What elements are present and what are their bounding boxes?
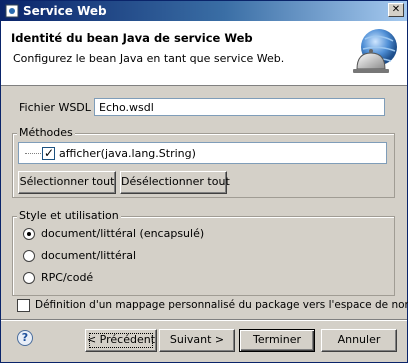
focus-rectangle (89, 333, 153, 348)
radio-document-literal-wrapped[interactable] (23, 228, 35, 240)
radio-document-literal[interactable] (23, 250, 35, 262)
back-button[interactable]: < Précédent (85, 329, 157, 352)
wizard-header: Identité du bean Java de service Web Con… (1, 21, 407, 86)
window-title: Service Web (23, 4, 107, 18)
select-all-button[interactable]: Sélectionner tout (18, 171, 116, 194)
method-checkbox[interactable]: ✓ (42, 146, 55, 160)
check-icon: ✓ (44, 146, 55, 160)
radio-rpc-encoded[interactable] (23, 272, 35, 284)
methods-legend: Méthodes (17, 126, 75, 139)
wsdl-label: Fichier WSDL : (19, 101, 99, 114)
method-label: afficher(java.lang.String) (59, 147, 196, 160)
option-label-literal: document/littéral (41, 249, 137, 262)
select-all-label: Sélectionner tout (19, 175, 115, 188)
footer-separator (1, 319, 407, 321)
web-service-bell-icon (353, 29, 397, 73)
option-label-wrapped: document/littéral (encapsulé) (41, 227, 205, 240)
finish-label: Terminer (253, 333, 301, 346)
close-button[interactable]: ✕ (388, 3, 404, 17)
deselect-all-label: Désélectionner tout (121, 175, 230, 188)
next-label: Suivant > (169, 333, 225, 346)
finish-button[interactable]: Terminer (239, 329, 315, 352)
page-description: Configurez le bean Java en tant que serv… (13, 52, 285, 65)
tree-connector (25, 153, 41, 154)
cancel-label: Annuler (337, 333, 381, 346)
cancel-button[interactable]: Annuler (321, 329, 397, 352)
custom-mapping-checkbox[interactable] (17, 299, 30, 312)
title-bar[interactable]: Service Web ✕ (1, 1, 407, 21)
wsdl-file-field[interactable]: Echo.wsdl (94, 98, 385, 116)
app-icon (5, 4, 19, 18)
radio-selected-dot (27, 232, 31, 236)
custom-mapping-label: Définition d'un mappage personnalisé du … (35, 299, 408, 311)
dialog-window: Service Web ✕ Identité du bean Java de s… (0, 0, 408, 363)
page-title: Identité du bean Java de service Web (11, 31, 253, 45)
help-icon[interactable]: ? (17, 330, 33, 346)
option-label-rpc: RPC/codé (41, 271, 94, 284)
methods-tree[interactable]: ✓ afficher(java.lang.String) (18, 142, 387, 164)
next-button[interactable]: Suivant > (159, 329, 235, 352)
style-legend: Style et utilisation (17, 209, 121, 222)
deselect-all-button[interactable]: Désélectionner tout (120, 171, 230, 194)
